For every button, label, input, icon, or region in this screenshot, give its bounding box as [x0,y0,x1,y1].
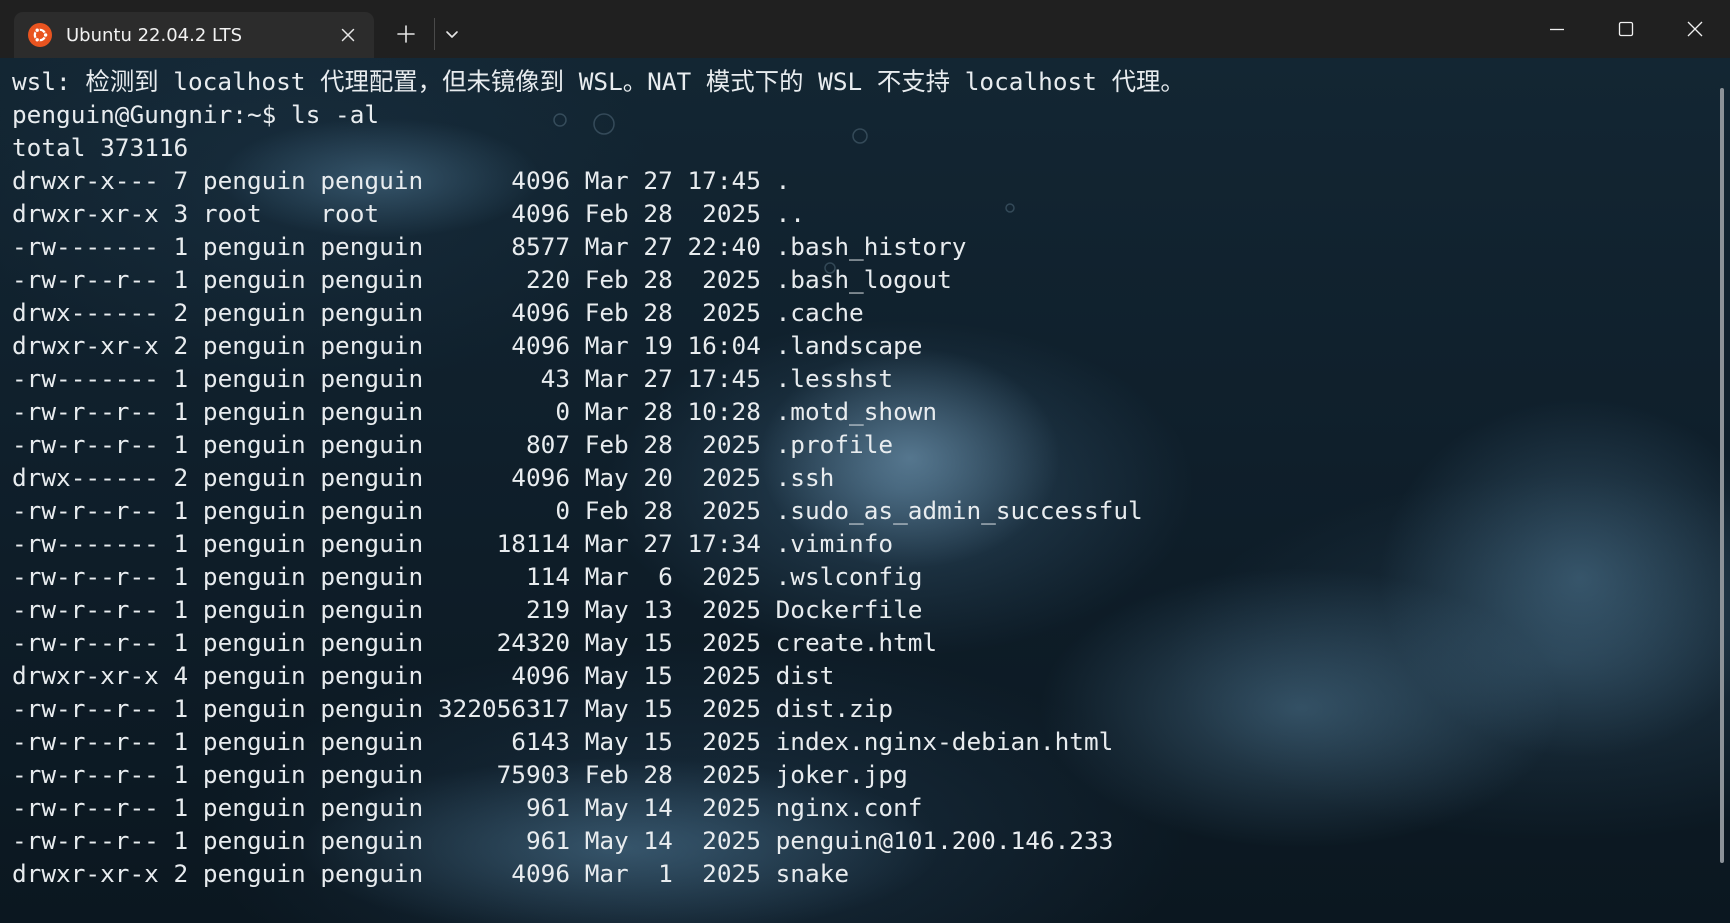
listing-row: -rw-r--r-- 1 penguin penguin 75903 Feb 2… [12,760,908,789]
tab-separator [434,18,435,50]
maximize-icon [1618,21,1634,37]
close-tab-icon[interactable] [334,21,362,49]
listing-row: -rw-r--r-- 1 penguin penguin 24320 May 1… [12,628,938,657]
listing-row: -rw-r--r-- 1 penguin penguin 961 May 14 … [12,826,1114,855]
listing-row: -rw-r--r-- 1 penguin penguin 322056317 M… [12,694,894,723]
listing-row: drwxr-xr-x 2 penguin penguin 4096 Mar 19… [12,331,923,360]
listing-row: drwxr-x--- 7 penguin penguin 4096 Mar 27… [12,166,791,195]
close-window-button[interactable] [1660,0,1730,58]
chevron-down-icon [446,31,458,38]
listing-row: drwxr-xr-x 4 penguin penguin 4096 May 15… [12,661,835,690]
listing-row: -rw-r--r-- 1 penguin penguin 0 Feb 28 20… [12,496,1143,525]
terminal-window: Ubuntu 22.04.2 LTS wsl: 检测到 localhost 代理… [0,0,1730,923]
listing-row: -rw-r--r-- 1 penguin penguin 961 May 14 … [12,793,923,822]
minimize-button[interactable] [1522,0,1592,58]
terminal-pane[interactable]: wsl: 检测到 localhost 代理配置，但未镜像到 WSL。NAT 模式… [0,58,1730,923]
total-line: total 373116 [12,133,189,162]
plus-icon [397,25,415,43]
tab-dropdown-button[interactable] [438,20,466,48]
maximize-button[interactable] [1591,0,1661,58]
listing-row: drwx------ 2 penguin penguin 4096 May 20… [12,463,835,492]
tab-title: Ubuntu 22.04.2 LTS [66,25,243,46]
listing-row: -rw-r--r-- 1 penguin penguin 219 May 13 … [12,595,923,624]
listing-row: -rw-r--r-- 1 penguin penguin 6143 May 15… [12,727,1114,756]
title-bar[interactable]: Ubuntu 22.04.2 LTS [0,0,1730,58]
new-tab-button[interactable] [392,20,420,48]
terminal-output: wsl: 检测到 localhost 代理配置，但未镜像到 WSL。NAT 模式… [12,65,1185,890]
scrollbar[interactable] [1720,88,1724,863]
ubuntu-logo-icon [28,23,52,47]
listing-row: -rw-r--r-- 1 penguin penguin 220 Feb 28 … [12,265,952,294]
prompt-line: penguin@Gungnir:~$ ls -al [12,100,380,129]
listing-row: -rw------- 1 penguin penguin 43 Mar 27 1… [12,364,894,393]
listing-row: -rw------- 1 penguin penguin 8577 Mar 27… [12,232,967,261]
listing-row: drwx------ 2 penguin penguin 4096 Feb 28… [12,298,864,327]
wsl-warning-line: wsl: 检测到 localhost 代理配置，但未镜像到 WSL。NAT 模式… [12,67,1185,96]
listing-row: drwxr-xr-x 3 root root 4096 Feb 28 2025 … [12,199,805,228]
listing-row: drwxr-xr-x 2 penguin penguin 4096 Mar 1 … [12,859,850,888]
close-icon [1687,21,1703,37]
listing-row: -rw-r--r-- 1 penguin penguin 807 Feb 28 … [12,430,894,459]
tab-ubuntu[interactable]: Ubuntu 22.04.2 LTS [14,12,374,58]
minimize-icon [1550,28,1564,31]
listing-row: -rw-r--r-- 1 penguin penguin 114 Mar 6 2… [12,562,923,591]
listing-row: -rw------- 1 penguin penguin 18114 Mar 2… [12,529,894,558]
listing-row: -rw-r--r-- 1 penguin penguin 0 Mar 28 10… [12,397,938,426]
